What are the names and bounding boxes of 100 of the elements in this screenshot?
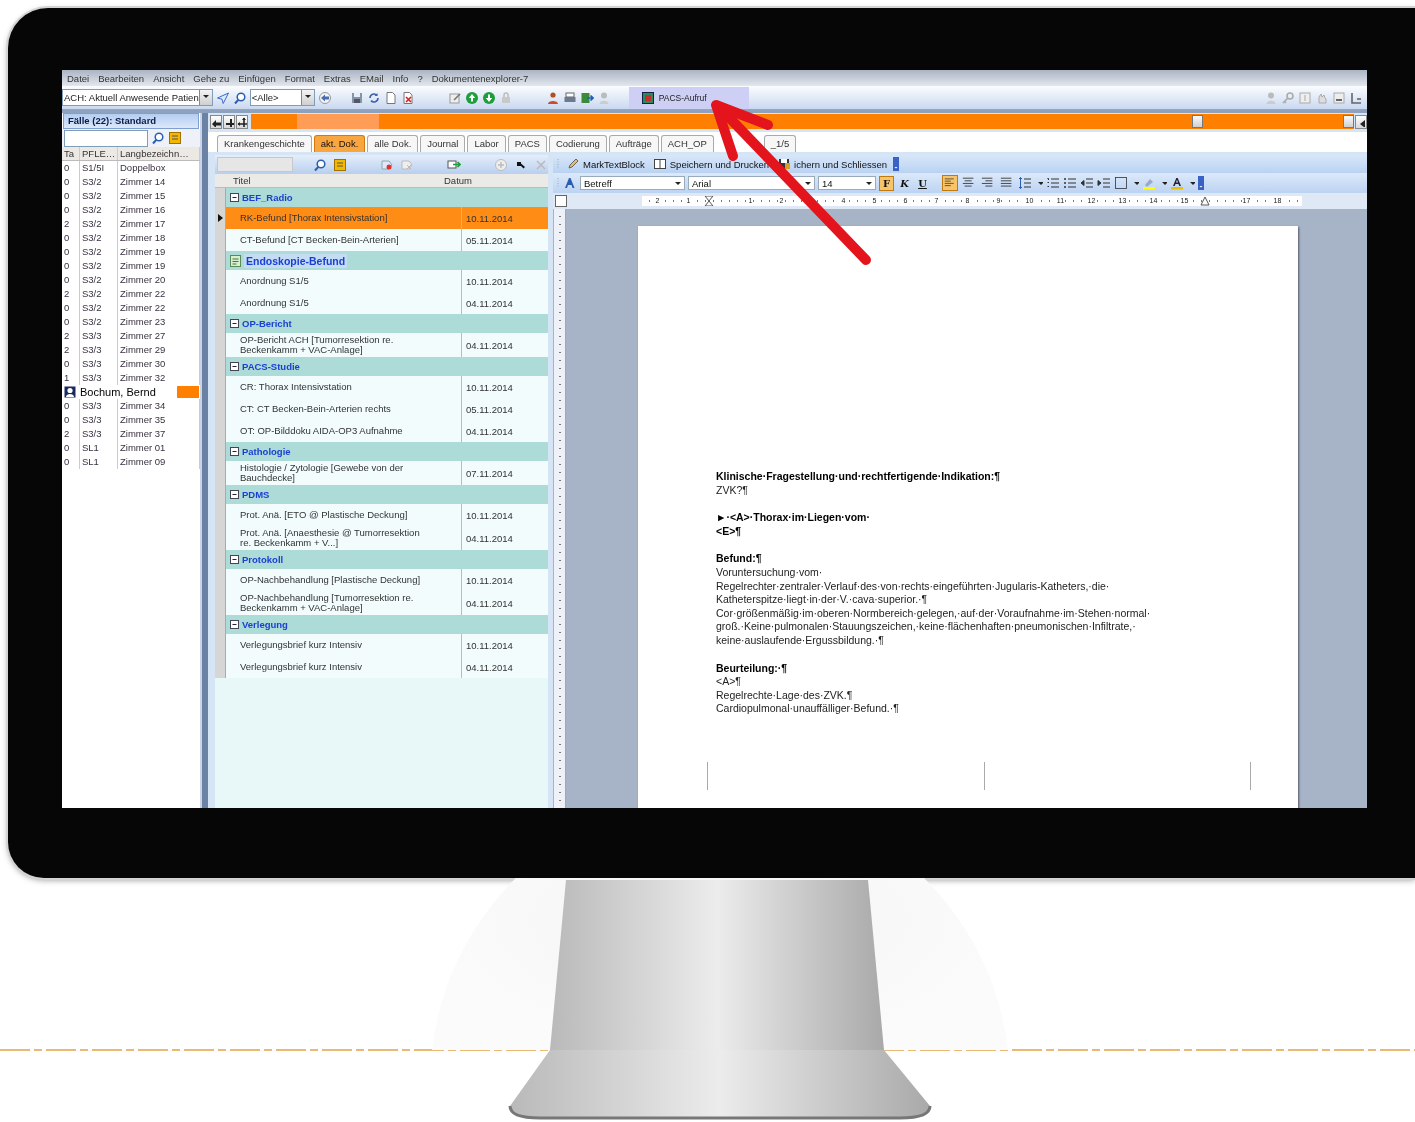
document-row[interactable]: Histologie / Zytologie [Gewebe von der Bauchdecke] 07.11.2014 (215, 461, 548, 485)
tab[interactable]: Labor (467, 135, 506, 152)
menu-item[interactable]: Info (390, 72, 416, 84)
tab[interactable]: Aufträge (608, 135, 659, 152)
send-icon[interactable] (215, 90, 230, 105)
collapse-icon[interactable] (230, 362, 239, 371)
border-icon[interactable] (1114, 176, 1128, 190)
tab[interactable]: Krankengeschichte (217, 135, 312, 152)
document-row[interactable]: OP-Nachbehandlung [Tumorresektion re. Beckenkamm + VAC-Anlage] 04.11.2014 (215, 591, 548, 615)
back-button[interactable] (210, 114, 222, 129)
dock-icon[interactable] (1349, 90, 1363, 105)
document-row[interactable]: OP-Nachbehandlung [Plastische Deckung] 10.11.2014 (215, 569, 548, 591)
menu-item[interactable]: Dokumentenexplorer-7 (429, 72, 536, 84)
menu-item[interactable]: Gehe zu (191, 72, 237, 84)
document-delete-icon[interactable] (400, 90, 415, 105)
font-size-dropdown[interactable]: 14 (818, 176, 876, 190)
document-row[interactable]: OT: OP-Bilddoku AIDA-OP3 Aufnahme 04.11.2014 (215, 420, 548, 442)
edit-icon[interactable] (447, 90, 462, 105)
collapse-icon[interactable] (230, 447, 239, 456)
collapse-icon[interactable] (230, 555, 239, 564)
menu-item[interactable]: Einfügen (236, 72, 283, 84)
tab-stop-selector[interactable] (555, 195, 567, 207)
export-icon[interactable] (446, 157, 461, 172)
document-row[interactable]: CR: Thorax Intensivstation 10.11.2014 (215, 376, 548, 398)
move-button[interactable] (236, 114, 248, 129)
toolbar-button[interactable]: Speichern und Drucken (650, 157, 772, 171)
dropdown-button[interactable] (1343, 115, 1354, 128)
group-header[interactable]: OP-Bericht (215, 314, 548, 333)
format-button[interactable]: F (879, 175, 894, 191)
minimize-icon[interactable] (1332, 90, 1346, 105)
menu-item[interactable]: Bearbeiten (96, 72, 152, 84)
line-spacing-icon[interactable] (1018, 176, 1032, 190)
checklist-icon[interactable] (168, 131, 182, 145)
collapse-icon[interactable] (230, 319, 239, 328)
tab[interactable]: _1/5 (763, 135, 797, 152)
document-row[interactable]: Prot. Anä. [ETO @ Plastische Deckung] 10.11.2014 (215, 504, 548, 526)
group-header[interactable]: BEF_Radio (215, 188, 548, 207)
patient-name[interactable]: Bochum, Bernd (80, 386, 173, 398)
document-row[interactable]: Anordnung S1/5 04.11.2014 (215, 292, 548, 314)
flag-icon[interactable] (379, 157, 394, 172)
search-icon[interactable] (151, 131, 165, 145)
refresh-icon[interactable] (366, 90, 381, 105)
tab[interactable]: alle Dok. (367, 135, 419, 152)
group-header[interactable]: PACS-Studie (215, 357, 548, 376)
format-button[interactable]: K (897, 175, 912, 191)
document-row[interactable]: Verlegungsbrief kurz Intensiv 10.11.2014 (215, 634, 548, 656)
document-row[interactable]: RK-Befund [Thorax Intensivstation] 10.11.2014 (215, 207, 548, 229)
group-header[interactable]: Protokoll (215, 550, 548, 569)
menu-item[interactable]: Format (282, 72, 322, 84)
group-header[interactable]: Pathologie (215, 442, 548, 461)
format-button[interactable]: U (915, 175, 930, 191)
document-row[interactable]: Verlegungsbrief kurz Intensiv 04.11.2014 (215, 656, 548, 678)
margin-marker-icon[interactable] (704, 196, 714, 206)
document-row[interactable]: CT-Befund [CT Becken-Bein-Arterien] 05.11.2014 (215, 229, 548, 251)
indent-icon[interactable] (1097, 176, 1111, 190)
arrow-down-icon[interactable] (481, 90, 496, 105)
menu-item[interactable]: Extras (321, 72, 358, 84)
tab[interactable]: PACS (507, 135, 547, 152)
document-icon[interactable] (383, 90, 398, 105)
pacs-button[interactable]: PACS-Aufruf (628, 86, 749, 109)
collapse-icon[interactable] (230, 193, 239, 202)
document-row[interactable]: Anordnung S1/5 10.11.2014 (215, 270, 548, 292)
dropdown-button[interactable] (1192, 115, 1203, 128)
indent-marker-icon[interactable] (1200, 196, 1210, 206)
patient-filter-dropdown[interactable]: ACH: Aktuell Anwesende Patien (62, 89, 213, 106)
document-row[interactable]: OP-Bericht ACH [Tumorresektion re. Beckenkamm + VAC-Anlage] 04.11.2014 (215, 333, 548, 357)
document-row[interactable]: CT: CT Becken-Bein-Arterien rechts 05.11.2014 (215, 398, 548, 420)
add-button[interactable] (223, 114, 235, 129)
collapse-button[interactable] (1355, 114, 1367, 129)
tab[interactable]: Codierung (548, 135, 607, 152)
document-icon[interactable] (230, 254, 241, 267)
collapse-icon[interactable] (230, 620, 239, 629)
group-header[interactable]: Endoskopie-Befund (215, 251, 548, 270)
document-row[interactable]: Prot. Anä. [Anaesthesie @ Tumorresektion re. Beckenkamm + V...] 04.11.2014 (215, 526, 548, 550)
search-icon[interactable] (232, 90, 247, 105)
back-icon[interactable] (317, 90, 332, 105)
align-left-icon[interactable] (942, 175, 958, 191)
category-dropdown[interactable]: <Alle> (249, 89, 315, 106)
font-color-icon[interactable] (1170, 176, 1184, 190)
arrow-up-icon[interactable] (464, 90, 479, 105)
group-header[interactable]: Verlegung (215, 615, 548, 634)
search-icon[interactable] (312, 157, 327, 172)
menu-item[interactable]: EMail (357, 72, 391, 84)
tab[interactable]: ACH_OP (660, 135, 714, 152)
user-icon[interactable] (545, 90, 560, 105)
tab[interactable]: akt. Dok. (313, 135, 366, 152)
style-dropdown[interactable]: Betreff (580, 176, 685, 190)
checklist-icon[interactable] (332, 157, 347, 172)
toolbar-button[interactable]: MarkTextBlock (564, 157, 647, 171)
menu-item[interactable]: Datei (65, 72, 97, 84)
tab[interactable]: Journal (420, 135, 466, 152)
numbered-list-icon[interactable] (1046, 176, 1060, 190)
search-field[interactable] (64, 129, 148, 147)
filter-field[interactable] (217, 157, 293, 172)
toolbar-button[interactable]: ichern und Schliessen (775, 157, 889, 171)
bullet-list-icon[interactable] (1063, 176, 1077, 190)
group-header[interactable]: PDMS (215, 485, 548, 504)
collapse-icon[interactable] (230, 490, 239, 499)
export-icon[interactable] (579, 90, 594, 105)
style-icon[interactable] (563, 176, 577, 190)
